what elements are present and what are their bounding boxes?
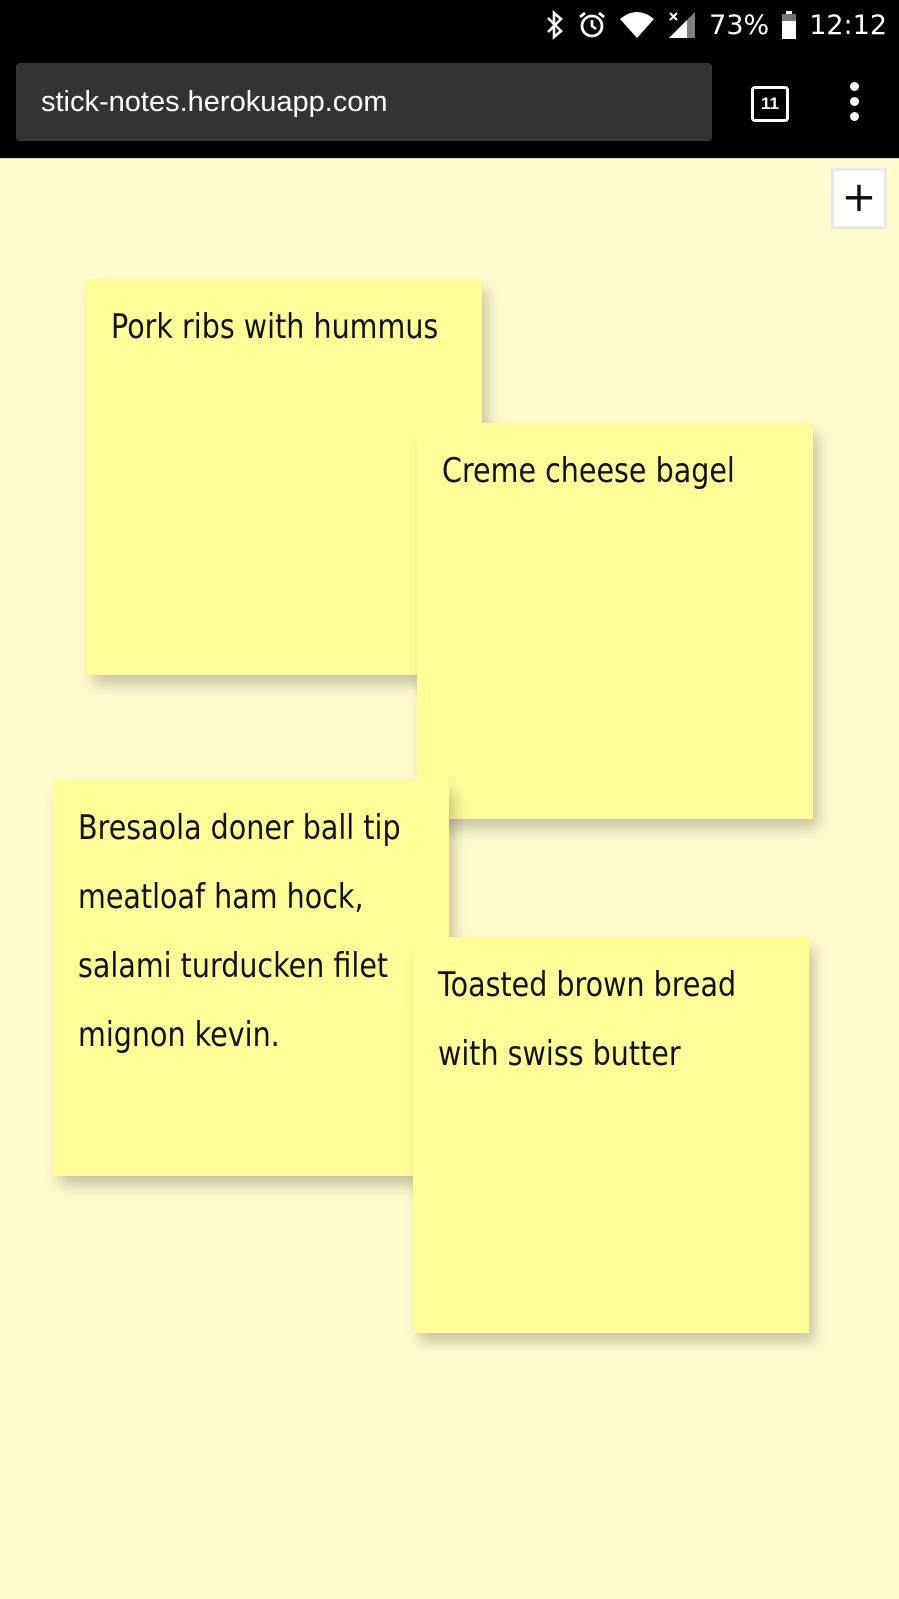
tab-switcher-button[interactable]: 11 bbox=[751, 86, 789, 122]
add-note-button[interactable]: + bbox=[831, 168, 887, 229]
cell-signal-icon bbox=[667, 10, 697, 40]
note-text[interactable]: Pork ribs with hummus bbox=[111, 293, 460, 362]
wifi-icon bbox=[619, 11, 655, 39]
sticky-note[interactable]: Creme cheese bagel bbox=[417, 423, 813, 819]
overflow-menu-button[interactable] bbox=[840, 82, 870, 122]
alarm-icon bbox=[577, 10, 607, 40]
menu-dot-icon bbox=[850, 112, 859, 121]
note-text[interactable]: Toasted brown bread with swiss butter bbox=[438, 951, 787, 1089]
note-text[interactable]: Creme cheese bagel bbox=[442, 437, 791, 506]
menu-dot-icon bbox=[850, 82, 859, 91]
url-text: stick-notes.herokuapp.com bbox=[41, 86, 388, 118]
note-text[interactable]: Bresaola doner ball tip meatloaf ham hoc… bbox=[78, 794, 427, 1070]
url-bar[interactable]: stick-notes.herokuapp.com bbox=[16, 63, 712, 141]
bluetooth-icon bbox=[545, 10, 565, 40]
status-icons: 73% 12:12 bbox=[545, 0, 887, 50]
browser-toolbar: stick-notes.herokuapp.com 11 bbox=[0, 50, 899, 159]
battery-icon bbox=[781, 10, 797, 40]
sticky-note[interactable]: Toasted brown bread with swiss butter bbox=[413, 937, 809, 1333]
status-bar: 73% 12:12 bbox=[0, 0, 899, 50]
clock: 12:12 bbox=[809, 9, 887, 41]
sticky-notes-board: + Pork ribs with hummus Creme cheese bag… bbox=[0, 159, 899, 1599]
battery-percent: 73% bbox=[709, 9, 770, 41]
sticky-note[interactable]: Bresaola doner ball tip meatloaf ham hoc… bbox=[53, 780, 449, 1176]
menu-dot-icon bbox=[850, 97, 859, 106]
